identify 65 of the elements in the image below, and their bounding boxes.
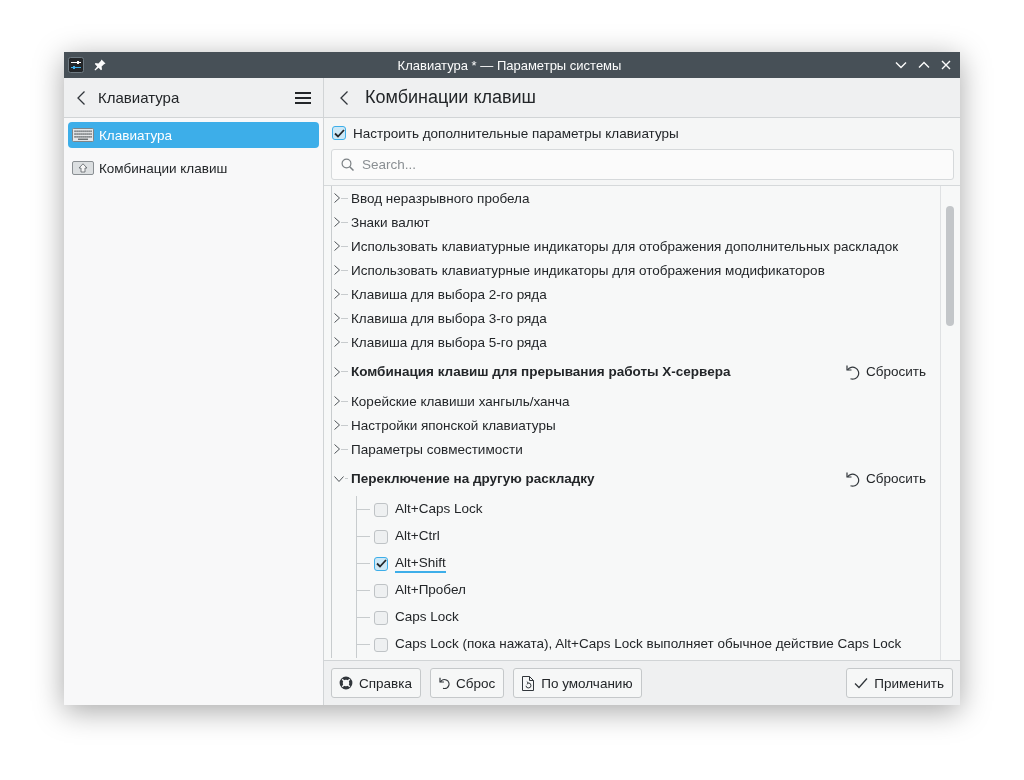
chevron-right-icon[interactable] <box>334 289 340 299</box>
search-icon <box>341 158 354 171</box>
reset-option-button[interactable]: Сбросить <box>844 361 926 382</box>
check-icon <box>854 677 869 689</box>
chevron-right-icon[interactable] <box>334 444 340 454</box>
option-group-label[interactable]: Знаки валют <box>351 214 430 230</box>
chevron-right-icon[interactable] <box>334 265 340 275</box>
reset-button[interactable]: Сброс <box>429 668 505 698</box>
option-group-label[interactable]: Комбинация клавиш для прерывания работы X-сервера <box>351 364 731 379</box>
chevron-up-icon[interactable] <box>918 61 930 69</box>
undo-icon <box>844 363 860 380</box>
close-icon[interactable] <box>941 60 951 70</box>
help-button[interactable]: Справка <box>331 668 421 698</box>
option-label[interactable]: Alt+Shift <box>395 554 446 573</box>
option-group-label[interactable]: Использовать клавиатурные индикаторы для отображения дополнительных раскладок <box>351 238 899 254</box>
back-icon[interactable] <box>340 90 348 105</box>
chevron-right-icon[interactable] <box>334 396 340 406</box>
option-group-label[interactable]: Корейские клавиши хангыль/ханча <box>351 393 570 409</box>
chevron-right-icon[interactable] <box>334 337 340 347</box>
option-label[interactable]: Caps Lock <box>395 608 459 627</box>
undo-icon <box>844 470 860 487</box>
checkbox[interactable] <box>332 126 346 140</box>
option-label[interactable]: Alt+Caps Lock <box>395 500 483 519</box>
window-title: Клавиатура * — Параметры системы <box>397 57 622 73</box>
scrollbar-thumb[interactable] <box>946 206 954 326</box>
pin-icon[interactable] <box>94 59 106 71</box>
reset-option-button[interactable]: Сбросить <box>844 468 926 489</box>
checkbox[interactable] <box>374 529 388 544</box>
chevron-right-icon[interactable] <box>334 193 340 203</box>
chevron-right-icon[interactable] <box>334 366 340 377</box>
option-group-label[interactable]: Клавиша для выбора 3-го ряда <box>351 310 547 326</box>
back-icon[interactable] <box>77 90 85 105</box>
document-icon <box>521 675 536 691</box>
defaults-button[interactable]: По умолчанию <box>513 668 642 698</box>
checkbox[interactable] <box>374 610 388 625</box>
checkbox-label: Настроить дополнительные параметры клавиатуры <box>353 125 679 141</box>
option-label[interactable]: Alt+Пробел <box>395 581 466 600</box>
option-group-label[interactable]: Клавиша для выбора 2-го ряда <box>351 286 547 302</box>
sidebar-title: Клавиатура <box>98 89 180 106</box>
chevron-down-icon[interactable] <box>334 475 344 482</box>
option-group-label[interactable]: Клавиша для выбора 5-го ряда <box>351 334 547 350</box>
apply-button[interactable]: Применить <box>846 668 953 698</box>
checkbox[interactable] <box>374 502 388 517</box>
sliders-icon[interactable] <box>68 57 84 73</box>
option-group-label[interactable]: Ввод неразрывного пробела <box>351 190 530 206</box>
lifebuoy-icon <box>339 676 353 690</box>
chevron-right-icon[interactable] <box>334 313 340 323</box>
undo-icon <box>437 677 450 689</box>
chevron-right-icon[interactable] <box>334 420 340 430</box>
option-label[interactable]: Caps Lock (пока нажата), Alt+Caps Lock выполняет обычное действие Caps Lock <box>395 635 902 654</box>
checkbox[interactable] <box>374 583 388 598</box>
sidebar-item[interactable]: Комбинации клавиш <box>68 155 319 181</box>
page-title: Комбинации клавиш <box>365 87 537 108</box>
keyboard-icon <box>72 128 94 142</box>
menu-icon[interactable] <box>295 91 311 104</box>
option-group-label[interactable]: Параметры совместимости <box>351 441 523 457</box>
chevron-right-icon[interactable] <box>334 217 340 227</box>
checkbox[interactable] <box>374 556 388 571</box>
option-group-label[interactable]: Переключение на другую раскладку <box>351 471 595 486</box>
search-field[interactable]: Search... <box>331 149 954 180</box>
checkbox[interactable] <box>374 637 388 652</box>
option-label[interactable]: Alt+Ctrl <box>395 527 440 546</box>
option-group-label[interactable]: Настройки японской клавиатуры <box>351 417 556 433</box>
option-group-label[interactable]: Использовать клавиатурные индикаторы для отображения модификаторов <box>351 262 825 278</box>
chevron-right-icon[interactable] <box>334 241 340 251</box>
